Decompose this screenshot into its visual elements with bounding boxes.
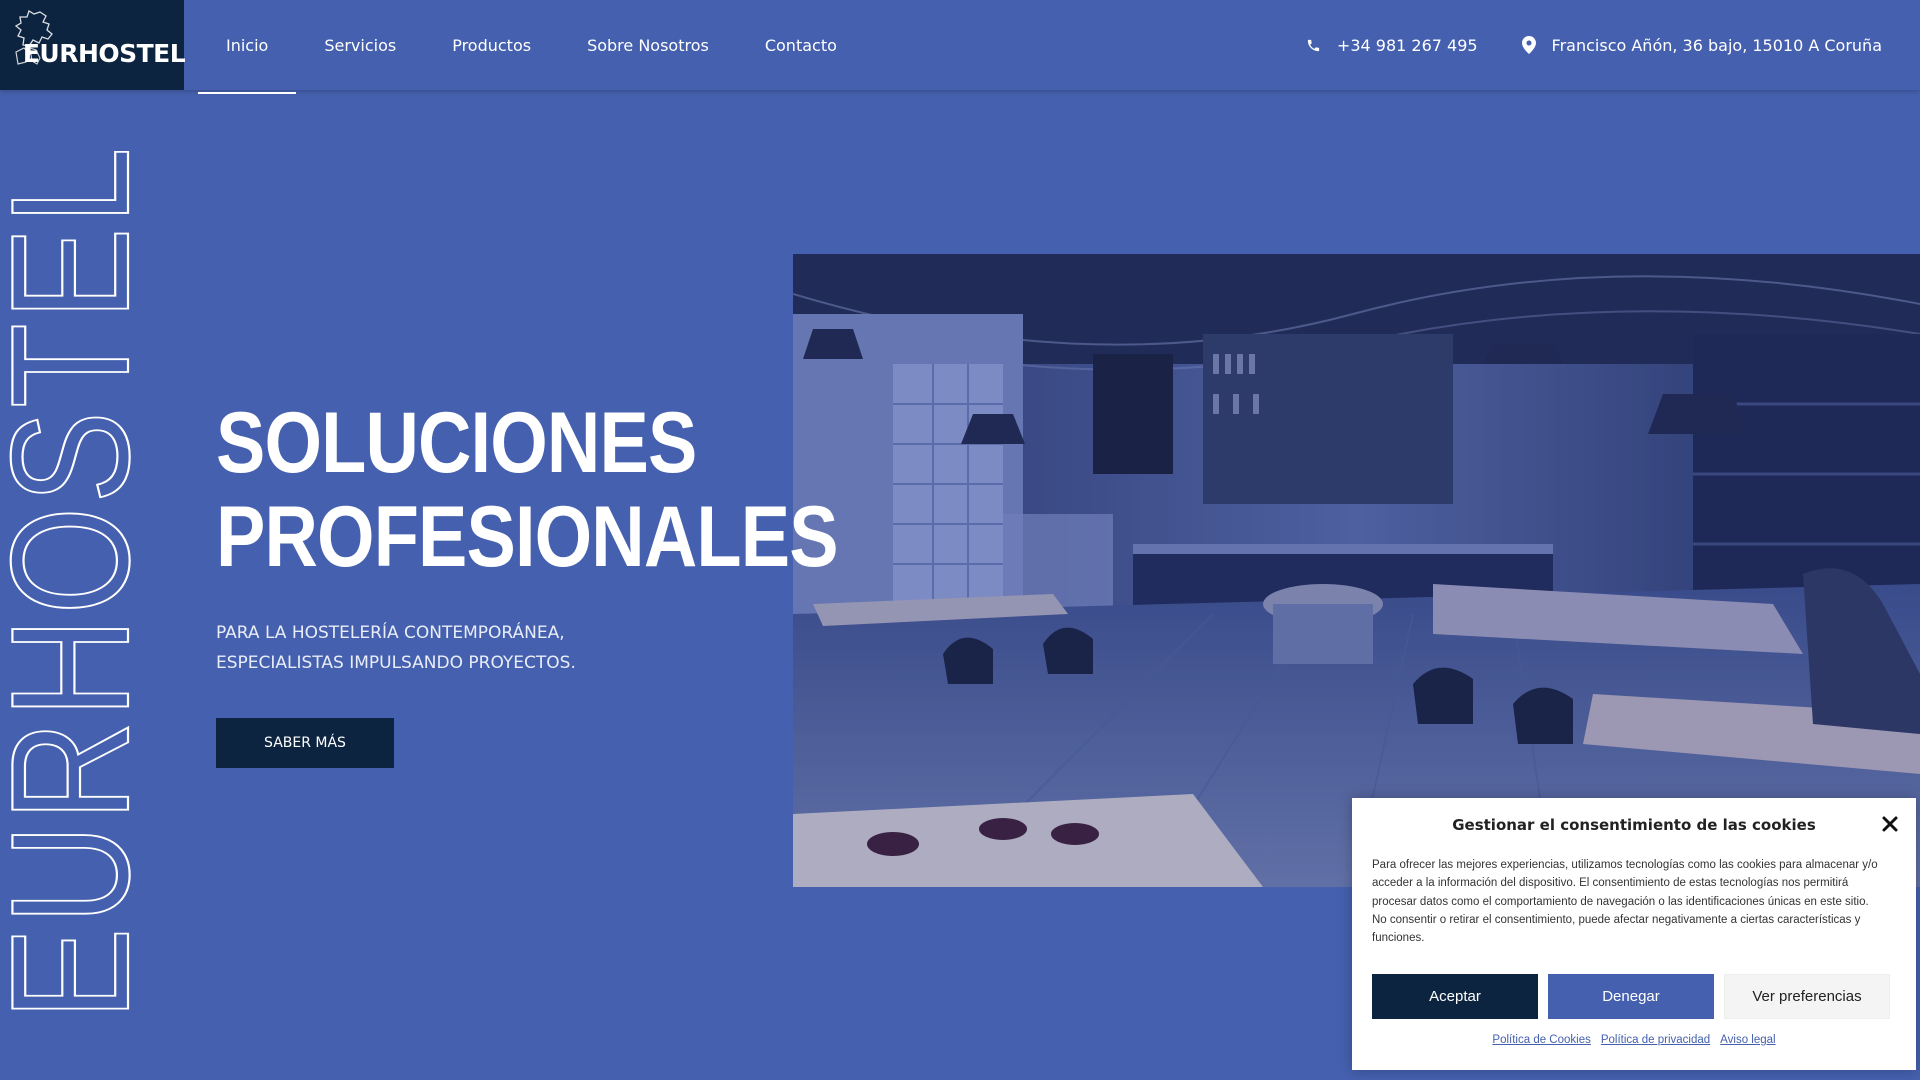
logo-text: EURHOSTEL (22, 38, 186, 68)
hero-title: SOLUCIONES PROFESIONALES (216, 395, 839, 585)
deny-button[interactable]: Denegar (1548, 974, 1714, 1019)
cookie-buttons: Aceptar Denegar Ver preferencias (1372, 974, 1892, 1019)
saber-mas-button[interactable]: SABER MÁS (216, 718, 394, 768)
hero-image (793, 254, 1920, 887)
hero-title-line1: SOLUCIONES (216, 395, 697, 491)
nav-item-productos[interactable]: Productos (424, 0, 559, 90)
legal-notice-link[interactable]: Aviso legal (1720, 1034, 1775, 1046)
phone-icon (1307, 39, 1320, 51)
address-text: Francisco Añón, 36 bajo, 15010 A Coruña (1551, 35, 1882, 55)
preferences-button[interactable]: Ver preferencias (1724, 974, 1890, 1019)
phone-link[interactable]: +34 981 267 495 (1306, 36, 1478, 55)
nav-item-sobre-nosotros[interactable]: Sobre Nosotros (559, 0, 737, 90)
hero-subtitle-line2: ESPECIALISTAS IMPULSANDO PROYECTOS. (216, 653, 576, 673)
cookie-policy-link[interactable]: Política de Cookies (1492, 1034, 1590, 1046)
privacy-policy-link[interactable]: Política de privacidad (1601, 1034, 1710, 1046)
site-header: EURHOSTEL Inicio Servicios Productos Sob… (0, 0, 1920, 94)
cookie-dialog-title: Gestionar el consentimiento de las cooki… (1452, 816, 1816, 834)
close-icon[interactable] (1878, 812, 1902, 836)
cafe-interior-photo (793, 254, 1920, 887)
hero-subtitle-line1: PARA LA HOSTELERÍA CONTEMPORÁNEA, (216, 623, 565, 643)
map-pin-icon (1521, 36, 1536, 54)
hero-subtitle: PARA LA HOSTELERÍA CONTEMPORÁNEA, ESPECI… (216, 618, 736, 678)
cookie-dialog-text: Para ofrecer las mejores experiencias, u… (1372, 859, 1878, 945)
nav-item-contacto[interactable]: Contacto (737, 0, 865, 90)
nav-item-inicio[interactable]: Inicio (198, 0, 297, 94)
cookie-links: Política de Cookies Política de privacid… (1352, 1034, 1916, 1046)
nav-item-servicios[interactable]: Servicios (296, 0, 424, 90)
phone-text: +34 981 267 495 (1336, 35, 1478, 55)
cookie-consent-dialog: Gestionar el consentimiento de las cooki… (1352, 798, 1916, 1070)
accept-button[interactable]: Aceptar (1372, 974, 1538, 1019)
header-contact: +34 981 267 495 Francisco Añón, 36 bajo,… (1262, 0, 1882, 90)
vertical-brand-label: EURHOSTEL (0, 144, 132, 1020)
hero-title-line2: PROFESIONALES (216, 489, 839, 585)
logo[interactable]: EURHOSTEL (0, 0, 186, 90)
vertical-brand-text: EURHOSTEL (0, 140, 132, 1020)
main-nav: Inicio Servicios Productos Sobre Nosotro… (198, 0, 865, 94)
address-link[interactable]: Francisco Añón, 36 bajo, 15010 A Coruña (1521, 35, 1882, 55)
